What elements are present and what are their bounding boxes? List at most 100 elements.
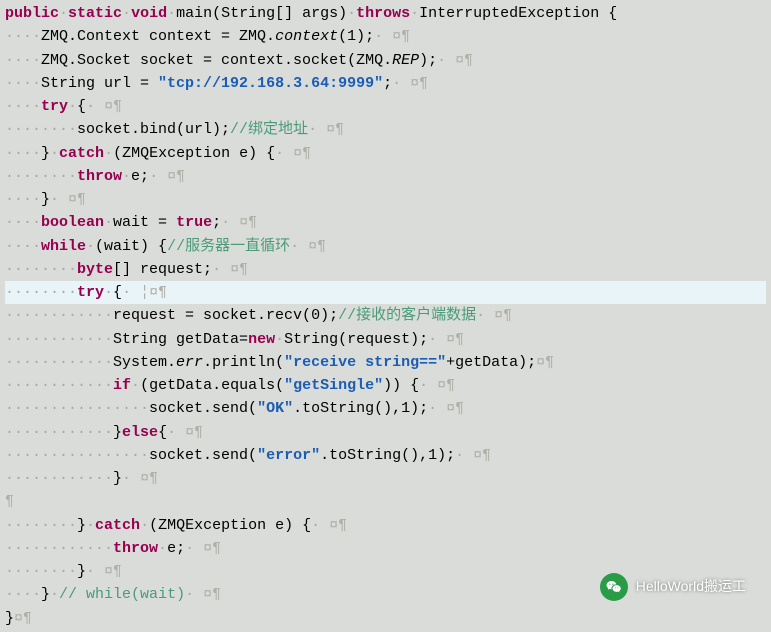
- code-token: ·: [104, 145, 113, 162]
- code-line[interactable]: ········try·{· ¦¤¶: [5, 281, 766, 304]
- code-token: (1);: [338, 28, 374, 45]
- code-token: throw: [113, 540, 158, 557]
- code-token: InterruptedException {: [419, 5, 617, 22]
- code-token: ················: [5, 447, 149, 464]
- code-token: socket.send(: [149, 447, 257, 464]
- code-token: }: [113, 424, 122, 441]
- code-token: ·: [185, 586, 203, 603]
- code-token: ····: [5, 52, 41, 69]
- code-token: request = socket.recv(0);: [113, 307, 338, 324]
- code-line[interactable]: ············System.err.println("receive …: [5, 351, 766, 374]
- code-token: ·: [122, 168, 131, 185]
- code-token: ;: [383, 75, 392, 92]
- code-line[interactable]: ············request = socket.recv(0);//接…: [5, 304, 766, 327]
- code-token: ·: [476, 307, 494, 324]
- code-token: ·: [140, 517, 149, 534]
- code-line[interactable]: ····try·{· ¤¶: [5, 95, 766, 118]
- code-line[interactable]: ····}· ¤¶: [5, 188, 766, 211]
- code-token: throws: [356, 5, 410, 22]
- code-token: else: [122, 424, 158, 441]
- code-line[interactable]: ········socket.bind(url);//绑定地址· ¤¶: [5, 118, 766, 141]
- code-line[interactable]: ············}else{· ¤¶: [5, 421, 766, 444]
- code-line[interactable]: ········byte[] request;· ¤¶: [5, 258, 766, 281]
- code-line[interactable]: ············if·(getData.equals("getSingl…: [5, 374, 766, 397]
- code-token: }: [41, 145, 50, 162]
- code-line[interactable]: ········}·catch·(ZMQException e) {· ¤¶: [5, 514, 766, 537]
- code-token: );: [419, 52, 437, 69]
- code-line[interactable]: ····}·catch·(ZMQException e) {· ¤¶: [5, 142, 766, 165]
- code-line[interactable]: ················socket.send("error".toSt…: [5, 444, 766, 467]
- code-token: main(String[] args): [176, 5, 347, 22]
- code-token: ¤¶: [293, 145, 311, 162]
- code-token: ····: [5, 98, 41, 115]
- code-token: REP: [392, 52, 419, 69]
- code-token: ¤¶: [104, 98, 122, 115]
- code-token: catch: [59, 145, 104, 162]
- code-token: {: [77, 98, 86, 115]
- code-token: "receive string==": [284, 354, 446, 371]
- code-line[interactable]: ············String getData=new·String(re…: [5, 328, 766, 351]
- code-line[interactable]: ············}· ¤¶: [5, 467, 766, 490]
- code-line[interactable]: }¤¶: [5, 607, 766, 630]
- code-token: ·: [419, 377, 437, 394]
- code-token: ····: [5, 75, 41, 92]
- code-line[interactable]: ········throw·e;· ¤¶: [5, 165, 766, 188]
- code-token: void: [131, 5, 167, 22]
- code-token: ¶: [5, 493, 14, 510]
- code-token: ·: [347, 5, 356, 22]
- code-token: ············: [5, 470, 113, 487]
- code-token: (ZMQException e) {: [113, 145, 275, 162]
- code-token: .toString(),1);: [293, 400, 428, 417]
- code-token: String url =: [41, 75, 158, 92]
- code-token: ·: [104, 284, 113, 301]
- code-line[interactable]: ················socket.send("OK".toStrin…: [5, 397, 766, 420]
- code-token: ········: [5, 517, 77, 534]
- watermark-text: HelloWorld搬运工: [636, 576, 746, 598]
- code-line[interactable]: ¶: [5, 490, 766, 513]
- code-token: public: [5, 5, 59, 22]
- code-token: ·: [410, 5, 419, 22]
- code-token: ZMQ.Socket socket = context.socket(ZMQ.: [41, 52, 392, 69]
- code-token: ·: [86, 517, 95, 534]
- code-token: ¤¶: [203, 586, 221, 603]
- code-line[interactable]: ····String url = "tcp://192.168.3.64:999…: [5, 72, 766, 95]
- code-token: e;: [167, 540, 185, 557]
- code-token: ············: [5, 354, 113, 371]
- code-line[interactable]: ····ZMQ.Context context = ZMQ.context(1)…: [5, 25, 766, 48]
- wechat-icon: [600, 573, 628, 601]
- watermark: HelloWorld搬运工: [600, 573, 746, 601]
- code-token: ············: [5, 424, 113, 441]
- code-token: boolean: [41, 214, 104, 231]
- code-token: ·: [50, 191, 68, 208]
- code-line[interactable]: ····boolean·wait = true;· ¤¶: [5, 211, 766, 234]
- code-token: ·: [212, 261, 230, 278]
- code-token: ·: [275, 145, 293, 162]
- code-line[interactable]: public·static·void·main(String[] args)·t…: [5, 2, 766, 25]
- code-token: ····: [5, 28, 41, 45]
- code-token: [] request;: [113, 261, 212, 278]
- code-token: (ZMQException e) {: [149, 517, 311, 534]
- code-token: ·: [122, 284, 140, 301]
- code-line[interactable]: ············throw·e;· ¤¶: [5, 537, 766, 560]
- code-line[interactable]: ····while·(wait) {//服务器一直循环· ¤¶: [5, 235, 766, 258]
- code-token: ····: [5, 214, 41, 231]
- code-token: }: [5, 610, 14, 627]
- code-editor[interactable]: public·static·void·main(String[] args)·t…: [0, 0, 771, 632]
- code-token: ·: [122, 470, 140, 487]
- code-token: ¤¶: [437, 377, 455, 394]
- code-token: ····: [5, 586, 41, 603]
- code-token: ············: [5, 307, 113, 324]
- code-token: ····: [5, 238, 41, 255]
- code-token: ¤¶: [185, 424, 203, 441]
- code-token: ¤¶: [167, 168, 185, 185]
- code-token: ·: [68, 98, 77, 115]
- code-token: ············: [5, 377, 113, 394]
- code-line[interactable]: ····ZMQ.Socket socket = context.socket(Z…: [5, 49, 766, 72]
- code-token: ········: [5, 121, 77, 138]
- code-token: {: [113, 284, 122, 301]
- code-token: "OK": [257, 400, 293, 417]
- code-token: ·: [50, 586, 59, 603]
- code-token: ¤¶: [230, 261, 248, 278]
- code-token: ·: [104, 214, 113, 231]
- code-token: //服务器一直循环: [167, 238, 290, 255]
